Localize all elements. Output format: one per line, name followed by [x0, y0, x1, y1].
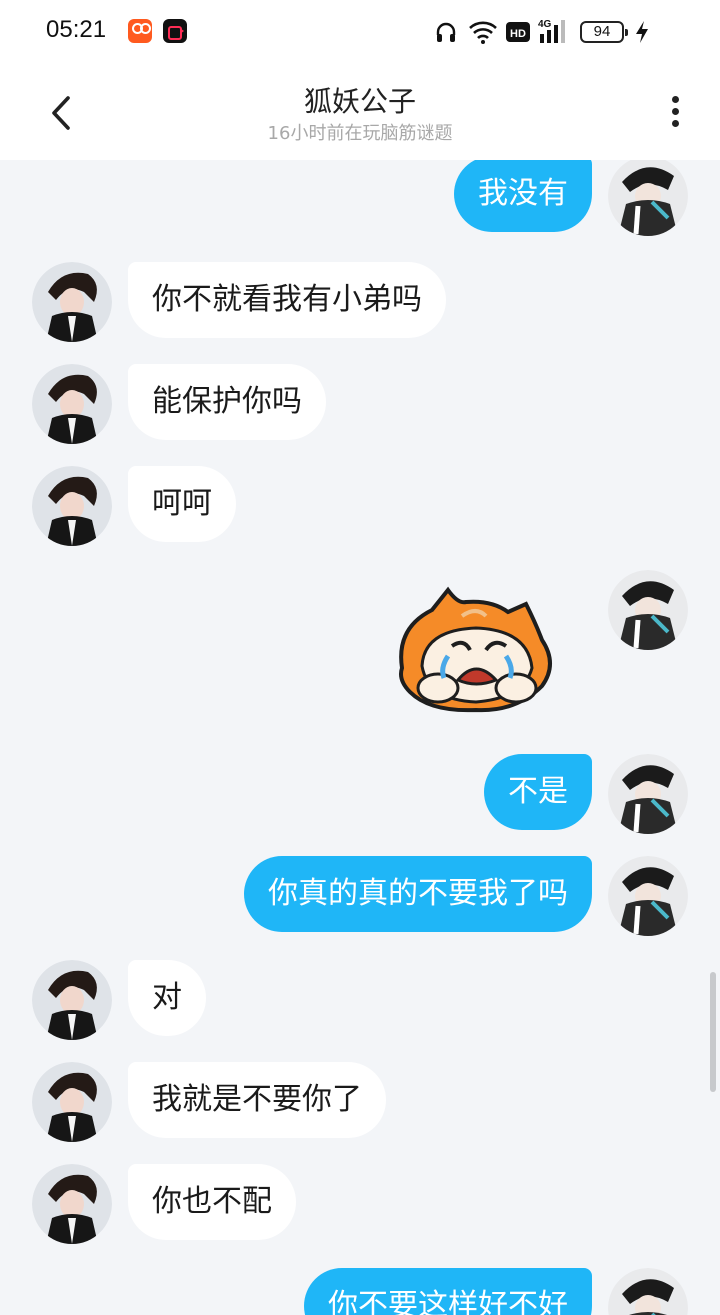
incoming-bubble[interactable]: 呵呵 [128, 466, 236, 542]
battery-level: 94 [593, 23, 611, 40]
hd-label: HD [510, 28, 526, 40]
avatar-self[interactable] [608, 1268, 688, 1315]
crying-cat-sticker[interactable] [392, 584, 560, 716]
status-bar: 05:21 HD 4G 94 [0, 0, 720, 64]
contact-status: 16小时前在玩脑筋谜题 [267, 123, 453, 144]
avatar-contact[interactable] [32, 1164, 112, 1244]
avatar-self[interactable] [608, 570, 688, 650]
avatar-contact[interactable] [32, 1062, 112, 1142]
message-list[interactable]: 我没有 你不就看我有小弟吗 能保护你吗 呵呵 不是 你真的真的不要我了吗 对 我… [0, 160, 720, 1315]
incoming-bubble[interactable]: 你也不配 [128, 1164, 296, 1240]
charging-icon [636, 21, 648, 43]
outgoing-bubble[interactable]: 你不要这样好不好 [304, 1268, 592, 1315]
outgoing-bubble[interactable]: 我没有 [454, 160, 592, 232]
avatar-self[interactable] [608, 856, 688, 936]
outgoing-bubble[interactable]: 不是 [484, 754, 592, 830]
network-label: 4G [538, 19, 552, 30]
incoming-bubble[interactable]: 能保护你吗 [128, 364, 326, 440]
incoming-bubble[interactable]: 我就是不要你了 [128, 1062, 386, 1138]
avatar-contact[interactable] [32, 364, 112, 444]
status-icons: HD 4G 94 [434, 18, 694, 46]
wifi-icon [469, 21, 497, 44]
avatar-contact[interactable] [32, 466, 112, 546]
avatar-contact[interactable] [32, 262, 112, 342]
headphones-icon [436, 22, 456, 42]
avatar-self[interactable] [608, 160, 688, 236]
status-time: 05:21 [46, 16, 107, 43]
kuaishou-app-icon [128, 19, 152, 43]
scrollbar-thumb[interactable] [710, 972, 716, 1092]
battery-icon: 94 [580, 21, 628, 43]
signal-icon: 4G [538, 19, 565, 43]
more-vertical-icon[interactable] [662, 92, 690, 132]
video-app-icon [163, 19, 187, 43]
incoming-bubble[interactable]: 对 [128, 960, 206, 1036]
incoming-bubble[interactable]: 你不就看我有小弟吗 [128, 262, 446, 338]
hd-icon: HD [506, 22, 530, 42]
avatar-contact[interactable] [32, 960, 112, 1040]
avatar-self[interactable] [608, 754, 688, 834]
chat-header: 狐妖公子 16小时前在玩脑筋谜题 [0, 64, 720, 160]
outgoing-bubble[interactable]: 你真的真的不要我了吗 [244, 856, 592, 932]
contact-name[interactable]: 狐妖公子 [0, 80, 720, 120]
